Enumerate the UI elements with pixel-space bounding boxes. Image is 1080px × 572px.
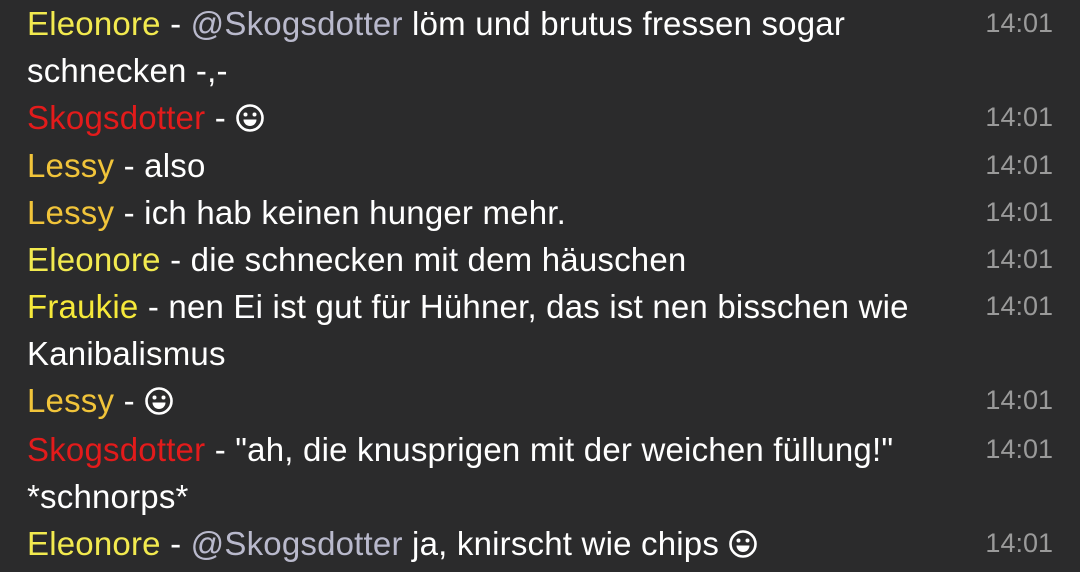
chat-message: Skogsdotter - "ah, die knusprigen mit de… — [27, 426, 1067, 520]
message-text: ich hab keinen hunger mehr. — [144, 194, 567, 231]
message-text: nen Ei ist gut für Hühner, das ist nen b… — [27, 288, 909, 372]
timestamp: 14:01 — [985, 102, 1053, 132]
username[interactable]: Eleonore — [27, 525, 161, 562]
username[interactable]: Lessy — [27, 147, 114, 184]
chat-message: Lessy - 14:01 — [27, 377, 1067, 424]
timestamp: 14:01 — [985, 244, 1053, 274]
timestamp: 14:01 — [985, 291, 1053, 321]
username[interactable]: Skogsdotter — [27, 99, 205, 136]
separator: - — [147, 288, 160, 325]
separator: - — [214, 99, 226, 136]
separator: - — [123, 194, 135, 231]
chat-message: Eleonore - die schnecken mit dem häusche… — [27, 236, 1067, 283]
timestamp: 14:01 — [985, 385, 1053, 415]
timestamp: 14:01 — [985, 150, 1053, 180]
timestamp: 14:01 — [985, 434, 1053, 464]
separator: - — [123, 147, 135, 184]
timestamp: 14:01 — [985, 8, 1053, 38]
chat-message: Skogsdotter - 14:01 — [27, 94, 1067, 141]
smiley-icon — [235, 99, 265, 136]
username[interactable]: Eleonore — [27, 241, 161, 278]
timestamp: 14:01 — [985, 197, 1053, 227]
separator: - — [170, 241, 182, 278]
mention[interactable]: @Skogsdotter — [191, 525, 403, 562]
chat-message: Eleonore - @Skogsdotter ja, knirscht wie… — [27, 520, 1067, 567]
smiley-icon — [728, 525, 758, 562]
username[interactable]: Lessy — [27, 382, 114, 419]
username[interactable]: Lessy — [27, 194, 114, 231]
message-text: die schnecken mit dem häuschen — [190, 241, 687, 278]
chat-message: Eleonore - @Skogsdotter löm und brutus f… — [27, 0, 1067, 94]
message-text: also — [144, 147, 206, 184]
timestamp: 14:01 — [985, 528, 1053, 558]
separator: - — [170, 525, 182, 562]
chat-message: Lessy - ich hab keinen hunger mehr. 14:0… — [27, 189, 1067, 236]
smiley-icon — [144, 382, 174, 419]
username[interactable]: Skogsdotter — [27, 431, 205, 468]
separator: - — [214, 431, 226, 468]
username[interactable]: Fraukie — [27, 288, 138, 325]
separator: - — [170, 5, 182, 42]
mention[interactable]: @Skogsdotter — [191, 5, 403, 42]
username[interactable]: Eleonore — [27, 5, 161, 42]
message-text: ja, knirscht wie chips — [412, 525, 720, 562]
separator: - — [123, 382, 135, 419]
chat-message: Lessy - also 14:01 — [27, 142, 1067, 189]
chat-message: Fraukie - nen Ei ist gut für Hühner, das… — [27, 283, 1067, 377]
chat-log[interactable]: Eleonore - @Skogsdotter löm und brutus f… — [0, 0, 1080, 572]
